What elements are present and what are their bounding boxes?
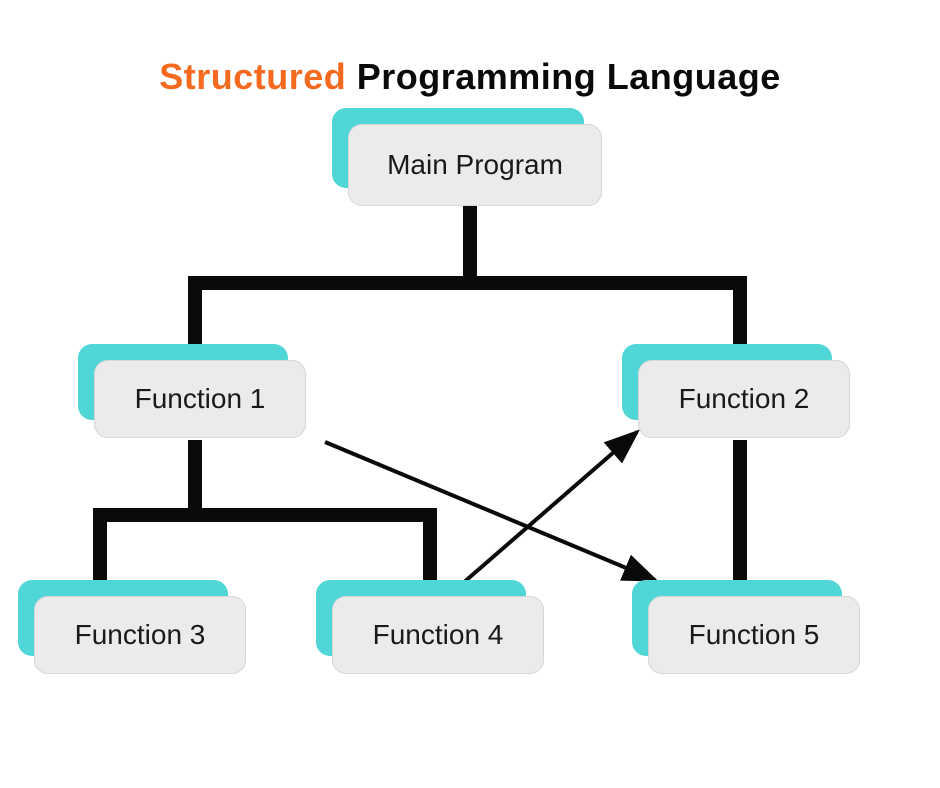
arrow-f1-to-f5 — [325, 442, 655, 580]
diagram-stage: Structured Programming Language — [0, 0, 940, 788]
diagram-title: Structured Programming Language — [0, 56, 940, 98]
title-rest: Programming Language — [357, 56, 781, 97]
node-f1: Function 1 — [84, 350, 308, 440]
arrow-f4-to-f2 — [455, 432, 637, 590]
node-f5: Function 5 — [638, 586, 862, 676]
node-f2: Function 2 — [628, 350, 852, 440]
title-accent: Structured — [159, 56, 346, 97]
node-f3: Function 3 — [24, 586, 248, 676]
node-f5-label: Function 5 — [689, 619, 820, 651]
node-f3-label: Function 3 — [75, 619, 206, 651]
node-f4: Function 4 — [322, 586, 546, 676]
node-f2-label: Function 2 — [679, 383, 810, 415]
node-main: Main Program — [336, 112, 604, 206]
node-f1-label: Function 1 — [135, 383, 266, 415]
node-main-label: Main Program — [387, 149, 563, 181]
node-f4-label: Function 4 — [373, 619, 504, 651]
